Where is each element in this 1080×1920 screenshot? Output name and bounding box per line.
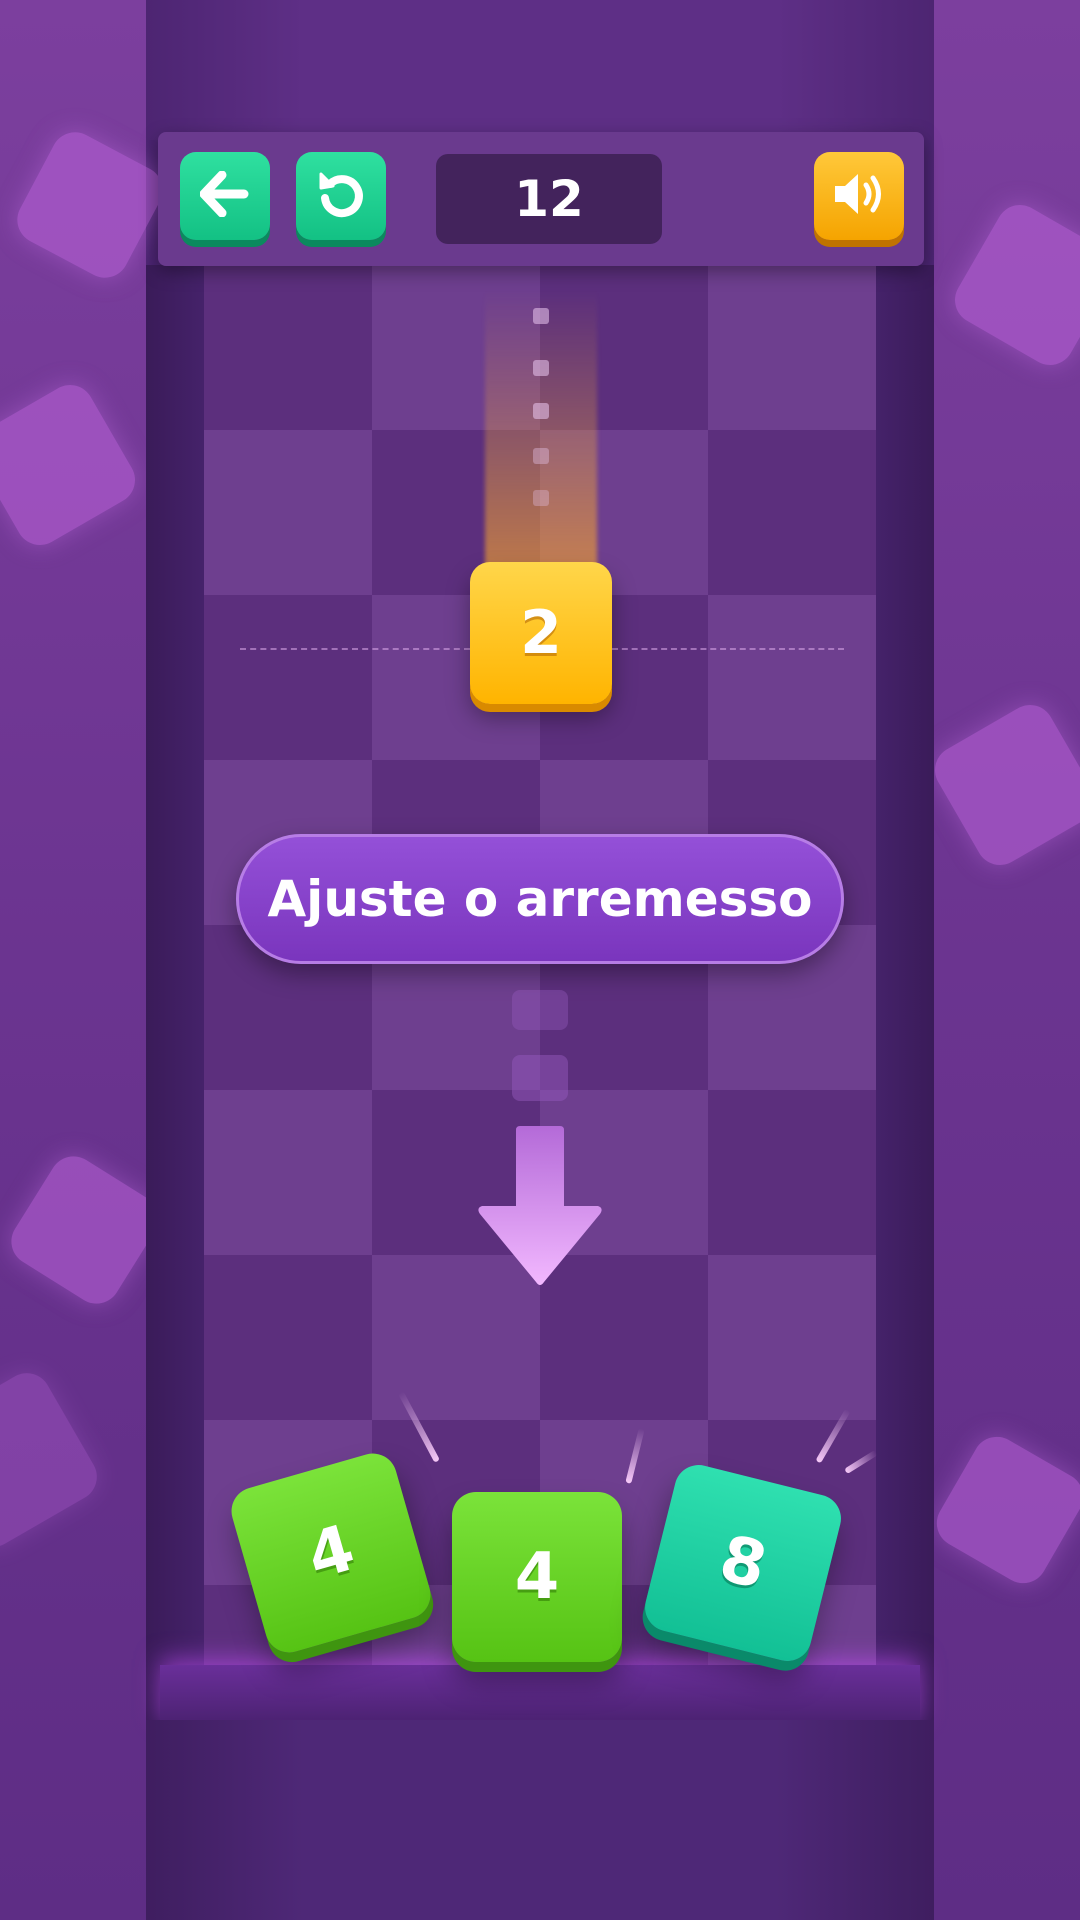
falling-tile[interactable]: 2 [470, 562, 612, 704]
score-display: 12 [436, 154, 662, 244]
aim-guide-line [240, 648, 470, 650]
right-wall [876, 265, 934, 1720]
board-floor [160, 1665, 920, 1725]
trail-dot [533, 403, 549, 419]
trail-dot [533, 490, 549, 506]
column-bottom [146, 1720, 934, 1920]
arrow-dot [512, 990, 568, 1030]
arrow-left-icon [199, 170, 250, 221]
hint-pill: Ajuste o arremesso [236, 834, 844, 964]
left-wall [146, 265, 204, 1720]
aim-guide-line [612, 648, 844, 650]
column-top [146, 0, 934, 140]
speaker-icon [831, 169, 887, 223]
restart-icon [315, 168, 367, 224]
trail-dot [533, 448, 549, 464]
restart-button[interactable] [296, 152, 386, 240]
game-screen: 12 2 Ajuste o arremesso 4 4 8 [0, 0, 1080, 1920]
top-bar: 12 [158, 132, 924, 266]
trail-dot [533, 308, 549, 324]
arrow-down-icon [476, 1126, 604, 1292]
left-side-panel [0, 0, 146, 1920]
drop-trail [485, 290, 597, 570]
back-button[interactable] [180, 152, 270, 240]
arrow-dot [512, 1055, 568, 1101]
trail-dot [533, 360, 549, 376]
sound-button[interactable] [814, 152, 904, 240]
stack-tile: 4 [452, 1492, 622, 1662]
